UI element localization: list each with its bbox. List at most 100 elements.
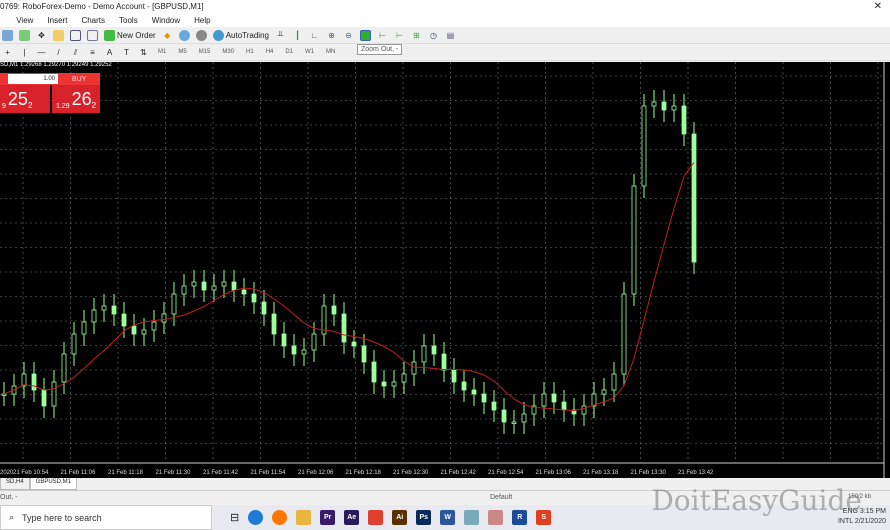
menu-view[interactable]: View <box>16 14 33 27</box>
taskbar-app-icon[interactable]: Ps <box>416 510 432 525</box>
crosshair-move-icon[interactable]: ✥ <box>36 30 47 41</box>
menu-help[interactable]: Help <box>194 14 210 27</box>
time-label: 21 Feb 12:30 <box>393 470 429 476</box>
timeframe-h4[interactable]: H4 <box>263 49 277 55</box>
channel-icon[interactable]: ⫽ <box>70 47 81 58</box>
candle <box>1 393 7 396</box>
time-label: 2020 <box>0 470 14 476</box>
line-chart-icon[interactable]: ∟ <box>309 30 320 41</box>
close-icon[interactable]: ✕ <box>874 0 882 14</box>
taskbar-app-icon[interactable]: R <box>512 510 528 525</box>
edge-icon[interactable] <box>248 510 264 525</box>
standard-toolbar: ✥ New Order ◆ AutoTrading ╨ ┃ ∟ ⊕ ⊖ ⊢ ⊢ … <box>0 27 890 44</box>
templates-icon[interactable]: ▤ <box>445 30 456 41</box>
tooltip: Zoom Out, - <box>357 44 403 55</box>
buy-button[interactable]: 1.29 26 2 <box>52 85 100 113</box>
timeframe-m5[interactable]: M5 <box>175 49 189 55</box>
text-label-icon[interactable]: T <box>121 47 132 58</box>
time-label: 21 Feb 11:54 <box>251 470 287 476</box>
task-view-icon[interactable]: ⊟ <box>230 511 239 524</box>
chart-shift-icon[interactable]: ⊢ <box>377 30 388 41</box>
vertical-line-icon[interactable]: | <box>19 47 30 58</box>
market-icon[interactable] <box>195 29 207 41</box>
menu-window[interactable]: Window <box>152 14 180 27</box>
menu-insert[interactable]: Insert <box>47 14 67 27</box>
candle <box>161 313 167 323</box>
menu-tools[interactable]: Tools <box>119 14 138 27</box>
timeframe-w1[interactable]: W1 <box>302 49 317 55</box>
status-profile: Default <box>490 494 513 501</box>
lot-size-input[interactable]: 1.00 <box>8 74 58 84</box>
crosshair-icon[interactable]: + <box>2 47 13 58</box>
candle <box>371 361 377 383</box>
timeframe-m1[interactable]: M1 <box>155 49 169 55</box>
candle <box>91 309 97 323</box>
autotrading-button[interactable]: AutoTrading <box>212 29 269 41</box>
search-box[interactable]: ⌕ Type here to search <box>0 505 212 530</box>
tab-h4[interactable]: SD,H4 <box>0 478 30 490</box>
terminal-icon[interactable] <box>70 29 81 41</box>
candlestick-chart[interactable]: 2020 21 Feb 10:54 21 Feb 11:06 21 Feb 11:18… <box>0 62 890 478</box>
indicators-icon[interactable]: ⊞ <box>411 30 422 41</box>
file-explorer-icon[interactable] <box>296 510 312 525</box>
fibonacci-icon[interactable]: ≡ <box>87 47 98 58</box>
candle <box>211 285 217 291</box>
timeframe-mn[interactable]: MN <box>323 49 338 55</box>
language-layout[interactable]: INTL <box>838 518 853 525</box>
window-title-bar: 0769: RoboForex-Demo - Demo Account - [G… <box>0 0 890 14</box>
taskbar-app-icon[interactable] <box>368 510 384 525</box>
candlestick-icon[interactable]: ┃ <box>292 30 303 41</box>
timeframe-d1[interactable]: D1 <box>282 49 296 55</box>
zoom-in-icon[interactable]: ⊕ <box>326 30 337 41</box>
candle <box>71 333 77 355</box>
price-chart[interactable]: 2020 21 Feb 10:54 21 Feb 11:06 21 Feb 11:18… <box>0 62 890 478</box>
timeframe-m15[interactable]: M15 <box>196 49 214 55</box>
candle <box>341 313 347 343</box>
taskbar-app-icon[interactable]: S <box>536 510 552 525</box>
candle <box>671 105 677 111</box>
candle <box>251 293 257 303</box>
taskbar-app-icon[interactable] <box>464 510 480 525</box>
signals-icon[interactable] <box>178 29 190 41</box>
candle <box>601 389 607 395</box>
bar-chart-icon[interactable]: ╨ <box>275 30 286 41</box>
candle <box>31 373 37 391</box>
tab-gbpusd-m1[interactable]: GBPUSD,M1 <box>29 478 78 490</box>
periods-icon[interactable]: ◷ <box>428 30 439 41</box>
candle <box>481 393 487 403</box>
taskbar-app-icon[interactable]: Ai <box>392 510 408 525</box>
menu-charts[interactable]: Charts <box>81 14 105 27</box>
buy-price-prefix: 1.29 <box>55 103 70 110</box>
clock-date[interactable]: 2/21/2020 <box>855 518 886 525</box>
taskbar-app-icon[interactable] <box>488 510 504 525</box>
market-watch-icon[interactable] <box>19 29 30 41</box>
candle <box>381 381 387 387</box>
horizontal-line-icon[interactable]: — <box>36 47 47 58</box>
taskbar-app-icon[interactable]: Pr <box>320 510 336 525</box>
text-icon[interactable]: A <box>104 47 115 58</box>
strategy-tester-icon[interactable] <box>87 29 98 41</box>
time-label: 21 Feb 13:18 <box>583 470 619 476</box>
sell-button[interactable]: 9 25 2 <box>0 85 50 113</box>
new-order-button[interactable]: New Order <box>104 29 156 41</box>
tile-windows-icon[interactable] <box>359 29 371 41</box>
clock-time[interactable]: 3:15 PM <box>860 508 886 515</box>
timeframe-h1[interactable]: H1 <box>243 49 257 55</box>
arrows-icon[interactable]: ⇅ <box>138 47 149 58</box>
candle <box>491 401 497 411</box>
taskbar-app-icon[interactable]: Ae <box>344 510 360 525</box>
new-chart-icon[interactable] <box>2 29 13 41</box>
candle <box>281 333 287 347</box>
autoscroll-icon[interactable]: ⊢ <box>394 30 405 41</box>
metaeditor-icon[interactable]: ◆ <box>162 30 173 41</box>
taskbar-app-icon[interactable]: W <box>440 510 456 525</box>
one-click-trading-panel: 1.00 BUY 9 25 2 1.29 26 2 <box>0 73 100 113</box>
time-label: 21 Feb 11:30 <box>156 470 192 476</box>
zoom-out-icon[interactable]: ⊖ <box>343 30 354 41</box>
timeframe-m30[interactable]: M30 <box>219 49 237 55</box>
trendline-icon[interactable]: / <box>53 47 64 58</box>
candle <box>691 133 697 263</box>
firefox-icon[interactable] <box>272 510 288 525</box>
navigator-icon[interactable] <box>53 29 64 41</box>
buy-label[interactable]: BUY <box>72 76 86 83</box>
